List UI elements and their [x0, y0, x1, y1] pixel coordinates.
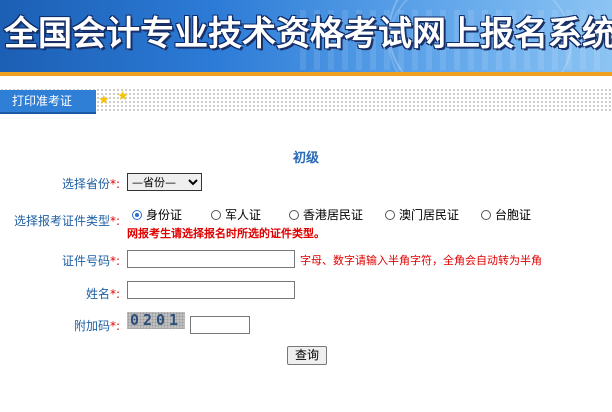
option-label: 军人证	[225, 208, 262, 222]
id-type-option-military[interactable]: 军人证	[211, 206, 261, 223]
id-number-label: 证件号码*:	[62, 252, 120, 269]
radio-icon[interactable]	[211, 209, 221, 220]
captcha-input[interactable]	[190, 316, 250, 334]
site-title: 全国会计专业技术资格考试网上报名系统	[4, 14, 612, 54]
radio-icon[interactable]	[385, 209, 395, 220]
required-mark: *:	[109, 177, 120, 191]
captcha-label: 附加码*:	[74, 317, 120, 334]
header-accent-bar	[0, 72, 612, 76]
required-mark: *:	[109, 287, 120, 301]
id-type-option-macau[interactable]: 澳门居民证	[385, 206, 459, 223]
id-number-input[interactable]	[127, 250, 295, 268]
radio-icon[interactable]	[289, 209, 299, 220]
query-button[interactable]: 查询	[287, 346, 327, 365]
id-number-hint: 字母、数字请输入半角字符，全角会自动转为半角	[300, 254, 542, 267]
name-input[interactable]	[127, 281, 295, 299]
id-type-label-text: 选择报考证件类型	[13, 214, 110, 228]
star-icon: ★	[117, 89, 129, 104]
id-type-option-id-card[interactable]: 身份证	[132, 206, 182, 223]
province-label: 选择省份*:	[62, 175, 120, 192]
option-label: 台胞证	[495, 208, 532, 222]
exam-level-heading: 初级	[292, 151, 319, 166]
option-label: 香港居民证	[303, 208, 364, 222]
radio-icon[interactable]	[481, 209, 491, 220]
id-number-label-text: 证件号码	[61, 254, 110, 268]
star-icon: ★	[98, 93, 110, 108]
id-type-warning: 网报考生请选择报名时所选的证件类型。	[127, 227, 325, 240]
header-banner: 全国会计专业技术资格考试网上报名系统	[0, 0, 612, 72]
name-label: 姓名*:	[86, 285, 120, 302]
id-type-option-hongkong[interactable]: 香港居民证	[289, 206, 363, 223]
province-label-text: 选择省份	[61, 177, 110, 191]
option-label: 澳门居民证	[399, 208, 460, 222]
province-select[interactable]: —省份—	[127, 173, 202, 191]
id-type-option-taiwan[interactable]: 台胞证	[481, 206, 531, 223]
id-type-label: 选择报考证件类型*:	[14, 212, 120, 229]
required-mark: *:	[109, 319, 120, 333]
required-mark: *:	[109, 254, 120, 268]
captcha-label-text: 附加码	[73, 319, 110, 333]
required-mark: *:	[109, 214, 120, 228]
radio-selected-icon[interactable]	[132, 209, 142, 220]
tab-print-admission-ticket[interactable]: 打印准考证	[0, 90, 96, 114]
option-label: 身份证	[146, 208, 183, 222]
captcha-image[interactable]: 0201	[127, 312, 185, 329]
name-label-text: 姓名	[85, 287, 110, 301]
